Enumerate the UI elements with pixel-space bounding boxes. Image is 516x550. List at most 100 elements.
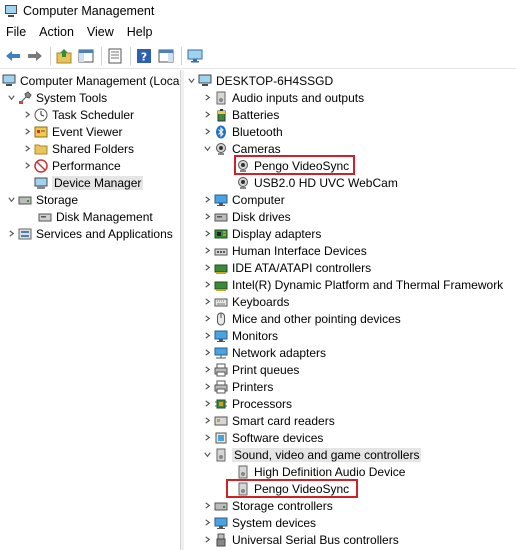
tree-item-computer-management[interactable]: Computer Management (Local — [2, 72, 180, 89]
chevron-right-icon[interactable] — [202, 93, 212, 103]
device-label: System devices — [232, 515, 317, 530]
device-usb-webcam[interactable]: USB2.0 HD UVC WebCam — [236, 174, 398, 191]
chevron-down-icon[interactable] — [202, 450, 212, 460]
tree-item-shared-folders[interactable]: Shared Folders — [22, 140, 134, 157]
tree-item-disk-management[interactable]: Disk Management — [38, 208, 153, 225]
device-category-software-devices[interactable]: Software devices — [202, 429, 323, 446]
chevron-right-icon[interactable] — [202, 297, 212, 307]
tree-item-storage[interactable]: Storage — [6, 191, 78, 208]
console-tree-pane: Computer Management (Local System Tools … — [0, 70, 181, 550]
chevron-right-icon[interactable] — [202, 399, 212, 409]
device-category-ide[interactable]: IDE ATA/ATAPI controllers — [202, 259, 371, 276]
chevron-down-icon[interactable] — [202, 144, 212, 154]
back-button[interactable] — [4, 47, 22, 65]
chevron-right-icon[interactable] — [202, 110, 212, 120]
menu-file[interactable]: File — [6, 25, 26, 39]
properties-button[interactable] — [106, 47, 124, 65]
network-icon — [214, 346, 228, 360]
chevron-right-icon[interactable] — [22, 161, 32, 171]
chevron-down-icon[interactable] — [6, 195, 16, 205]
chevron-right-icon[interactable] — [202, 535, 212, 545]
software-device-icon — [214, 431, 228, 445]
device-category-processors[interactable]: Processors — [202, 395, 292, 412]
chevron-right-icon[interactable] — [22, 144, 32, 154]
menu-help[interactable]: Help — [127, 25, 153, 39]
tree-item-task-scheduler[interactable]: Task Scheduler — [22, 106, 134, 123]
device-category-audio[interactable]: Audio inputs and outputs — [202, 89, 364, 106]
chevron-right-icon[interactable] — [202, 348, 212, 358]
chevron-right-icon[interactable] — [202, 433, 212, 443]
tree-item-performance[interactable]: Performance — [22, 157, 121, 174]
device-label: Universal Serial Bus controllers — [232, 532, 399, 547]
device-category-usb-controllers[interactable]: Universal Serial Bus controllers — [202, 531, 399, 548]
chevron-right-icon[interactable] — [202, 518, 212, 528]
device-category-intel-dptf[interactable]: Intel(R) Dynamic Platform and Thermal Fr… — [202, 276, 503, 293]
device-label: Cameras — [232, 141, 281, 156]
chevron-right-icon[interactable] — [202, 382, 212, 392]
device-category-sound-video-game[interactable]: Sound, video and game controllers — [202, 446, 422, 463]
forward-button[interactable] — [26, 47, 44, 65]
chevron-right-icon[interactable] — [22, 127, 32, 137]
device-category-disk-drives[interactable]: Disk drives — [202, 208, 291, 225]
show-action-pane-button[interactable] — [157, 47, 175, 65]
controller-icon — [214, 278, 228, 292]
tree-item-device-manager[interactable]: Device Manager — [34, 174, 144, 191]
device-category-mice[interactable]: Mice and other pointing devices — [202, 310, 401, 327]
chevron-right-icon[interactable] — [202, 127, 212, 137]
chevron-down-icon[interactable] — [6, 93, 16, 103]
device-category-network-adapters[interactable]: Network adapters — [202, 344, 326, 361]
controller-icon — [214, 261, 228, 275]
device-category-print-queues[interactable]: Print queues — [202, 361, 299, 378]
menu-action[interactable]: Action — [39, 25, 74, 39]
device-label: Batteries — [232, 107, 280, 122]
chevron-right-icon[interactable] — [202, 365, 212, 375]
chevron-right-icon[interactable] — [202, 280, 212, 290]
device-category-printers[interactable]: Printers — [202, 378, 273, 395]
chevron-right-icon[interactable] — [202, 263, 212, 273]
chevron-right-icon[interactable] — [202, 416, 212, 426]
chevron-right-icon[interactable] — [202, 229, 212, 239]
menu-bar: File Action View Help — [0, 22, 516, 42]
toolbar-separator — [181, 46, 182, 65]
device-category-smart-card-readers[interactable]: Smart card readers — [202, 412, 335, 429]
menu-view[interactable]: View — [87, 25, 114, 39]
chevron-right-icon[interactable] — [202, 314, 212, 324]
chevron-right-icon[interactable] — [202, 195, 212, 205]
chevron-right-icon[interactable] — [202, 501, 212, 511]
tree-item-event-viewer[interactable]: Event Viewer — [22, 123, 122, 140]
chevron-down-icon[interactable] — [186, 76, 196, 86]
device-category-storage-controllers[interactable]: Storage controllers — [202, 497, 333, 514]
system-device-icon — [214, 516, 228, 530]
chevron-right-icon[interactable] — [202, 331, 212, 341]
device-label: Smart card readers — [232, 413, 335, 428]
help-button[interactable]: ? — [135, 47, 153, 65]
device-label: IDE ATA/ATAPI controllers — [232, 260, 372, 275]
chevron-right-icon[interactable] — [22, 110, 32, 120]
device-category-display-adapters[interactable]: Display adapters — [202, 225, 321, 242]
device-category-keyboards[interactable]: Keyboards — [202, 293, 289, 310]
highlight-box — [234, 155, 355, 175]
device-category-system-devices[interactable]: System devices — [202, 514, 316, 531]
device-hd-audio[interactable]: High Definition Audio Device — [236, 463, 405, 480]
device-category-monitors[interactable]: Monitors — [202, 327, 278, 344]
tree-item-services-applications[interactable]: Services and Applications — [6, 225, 173, 242]
toolbar-separator — [130, 46, 131, 65]
up-level-button[interactable] — [55, 47, 73, 65]
tree-item-label: Device Manager — [52, 175, 144, 190]
device-label: Mice and other pointing devices — [232, 311, 401, 326]
event-viewer-icon — [34, 125, 48, 139]
device-tree-root[interactable]: DESKTOP-6H4SSGD — [186, 72, 333, 89]
show-hide-tree-button[interactable] — [77, 47, 95, 65]
device-category-computer[interactable]: Computer — [202, 191, 285, 208]
folder-up-icon — [56, 48, 72, 63]
scan-hardware-button[interactable] — [186, 47, 204, 65]
chevron-right-icon[interactable] — [202, 246, 212, 256]
chevron-right-icon[interactable] — [6, 229, 16, 239]
chevron-right-icon[interactable] — [202, 212, 212, 222]
device-category-hid[interactable]: Human Interface Devices — [202, 242, 367, 259]
tree-item-system-tools[interactable]: System Tools — [6, 89, 107, 106]
speaker-icon — [214, 448, 228, 462]
help-icon: ? — [137, 48, 151, 63]
device-category-batteries[interactable]: Batteries — [202, 106, 279, 123]
device-category-bluetooth[interactable]: Bluetooth — [202, 123, 283, 140]
